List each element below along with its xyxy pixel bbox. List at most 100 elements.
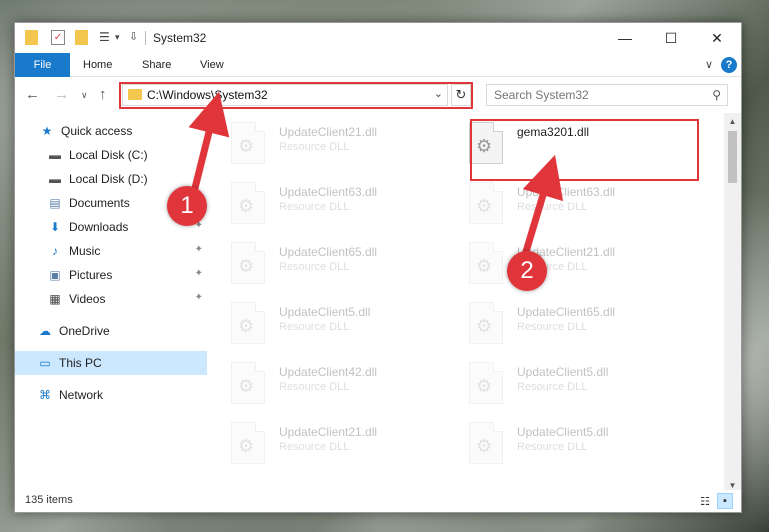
maximize-button[interactable]: ☐ [648,23,694,53]
network-icon: ⌘ [39,388,51,402]
sidebar-item-this-pc[interactable]: ▭ This PC [15,351,207,375]
minimize-button[interactable]: — [602,23,648,53]
sidebar-item-onedrive[interactable]: ☁ OneDrive [15,319,207,343]
callout-1: 1 [167,186,207,226]
file-item[interactable]: ⚙ UpdateClient21.dll Resource DLL [449,237,679,289]
search-icon[interactable]: ⚲ [712,88,721,102]
sidebar-item-label: Local Disk (C:) [69,148,148,162]
download-icon: ⬇ [49,220,61,234]
file-type: Resource DLL [279,321,350,333]
dll-file-icon: ⚙ [231,122,265,164]
file-type: Resource DLL [279,261,350,273]
sidebar-item-label: Pictures [69,268,113,282]
properties-icon[interactable]: ✓ [51,30,65,45]
pictures-icon: ▣ [49,268,61,282]
file-item[interactable]: ⚙ UpdateClient21.dll Resource DLL [211,417,441,469]
computer-icon: ▭ [39,356,51,370]
file-name: UpdateClient65.dll [279,245,378,259]
tab-home[interactable]: Home [83,53,112,77]
file-type: Resource DLL [279,201,350,213]
sidebar-item-label: Local Disk (D:) [69,172,148,186]
window-title: System32 [153,31,207,45]
address-highlight-box [119,82,473,109]
chevron-down-icon[interactable]: ▾ [115,30,125,45]
new-folder-icon[interactable] [75,30,88,45]
scroll-up-icon[interactable]: ▲ [724,113,741,129]
file-name: UpdateClient65.dll [517,305,616,319]
file-item[interactable]: ⚙ UpdateClient63.dll Resource DLL [211,177,441,229]
file-type: Resource DLL [517,381,588,393]
search-box[interactable]: ⚲ [486,84,728,106]
file-item[interactable]: ⚙ UpdateClient65.dll Resource DLL [211,237,441,289]
sidebar-item-label: This PC [59,356,102,370]
pin-icon[interactable]: ✦ [195,268,203,279]
file-item[interactable]: ⚙ UpdateClient65.dll Resource DLL [449,297,679,349]
folder-icon [25,30,38,45]
up-arrow-icon[interactable]: ↑ [99,86,107,103]
gear-icon: ⚙ [238,316,255,336]
expand-ribbon-icon[interactable]: ∨ [705,58,713,71]
sidebar-item-music[interactable]: ♪ Music ✦ [15,239,207,263]
back-arrow-icon[interactable]: ← [25,86,40,103]
tab-share[interactable]: Share [142,53,171,77]
sidebar-item-quick-access[interactable]: ★ Quick access [15,119,207,143]
recent-locations-icon[interactable]: ∨ [81,90,88,101]
large-icons-view-icon[interactable]: ▪ [717,493,733,509]
dll-file-icon: ⚙ [231,302,265,344]
gear-icon: ⚙ [476,376,493,396]
tab-file[interactable]: File [15,53,70,77]
pin-icon[interactable]: ✦ [195,292,203,303]
dll-file-icon: ⚙ [469,182,503,224]
quick-access-dropdown-icon[interactable]: ⇩ [129,30,139,45]
drive-icon: ▬ [49,172,61,186]
file-name: UpdateClient5.dll [279,305,371,319]
customize-quick-access-icon[interactable]: ☰ [99,30,113,45]
file-item[interactable]: ⚙ UpdateClient63.dll Resource DLL [449,177,679,229]
pin-icon[interactable]: ✦ [195,244,203,255]
file-type: Resource DLL [517,441,588,453]
sidebar-item-label: Quick access [61,124,133,138]
navigation-pane: ★ Quick access ▬ Local Disk (C:) ▬ Local… [15,115,207,485]
file-item[interactable]: ⚙ UpdateClient5.dll Resource DLL [449,357,679,409]
file-explorer-window: ✓ ☰ ▾ ⇩ System32 — ☐ ✕ File Home Share V… [14,22,742,513]
sidebar-item-label: Music [69,244,101,258]
file-item[interactable]: ⚙ UpdateClient21.dll Resource DLL [211,117,441,169]
sidebar-item-label: Downloads [69,220,129,234]
title-bar: ✓ ☰ ▾ ⇩ System32 — ☐ ✕ [15,23,741,53]
dll-file-icon: ⚙ [231,182,265,224]
gear-icon: ⚙ [238,196,255,216]
forward-arrow-icon[interactable]: → [54,86,69,103]
sidebar-item-videos[interactable]: ▦ Videos ✦ [15,287,207,311]
tab-view[interactable]: View [200,53,224,77]
sidebar-item-pictures[interactable]: ▣ Pictures ✦ [15,263,207,287]
documents-icon: ▤ [49,196,61,210]
gear-icon: ⚙ [238,436,255,456]
music-icon: ♪ [52,244,58,258]
file-type: Resource DLL [279,381,350,393]
sidebar-item-label: Videos [69,292,106,306]
details-view-icon[interactable]: ☷ [697,493,713,509]
file-item[interactable]: ⚙ UpdateClient5.dll Resource DLL [449,417,679,469]
file-item[interactable]: ⚙ UpdateClient5.dll Resource DLL [211,297,441,349]
file-name: UpdateClient42.dll [279,365,378,379]
scroll-thumb[interactable] [728,131,737,183]
file-item[interactable]: ⚙ UpdateClient42.dll Resource DLL [211,357,441,409]
help-icon[interactable]: ? [721,57,737,73]
gear-icon: ⚙ [476,196,493,216]
navigation-bar: ← → ∨ ↑ C:\Windows\System32 ⌄ ↻ ⚲ [15,77,741,113]
sidebar-item-network[interactable]: ⌘ Network [15,383,207,407]
status-bar: 135 items ☷ ▪ [15,490,741,512]
item-count: 135 items [25,494,73,506]
sidebar-item-local-disk-c[interactable]: ▬ Local Disk (C:) [15,143,207,167]
dll-file-icon: ⚙ [469,422,503,464]
close-button[interactable]: ✕ [694,23,740,53]
star-icon: ★ [41,124,53,138]
file-name: UpdateClient63.dll [517,185,616,199]
sidebar-item-label: Documents [69,196,130,210]
gear-icon: ⚙ [238,136,255,156]
search-input[interactable] [487,85,697,105]
ribbon: File Home Share View ∨ ? [15,53,741,77]
vertical-scrollbar[interactable]: ▲ ▼ [724,113,741,493]
file-name: UpdateClient21.dll [279,425,378,439]
file-type: Resource DLL [279,441,350,453]
